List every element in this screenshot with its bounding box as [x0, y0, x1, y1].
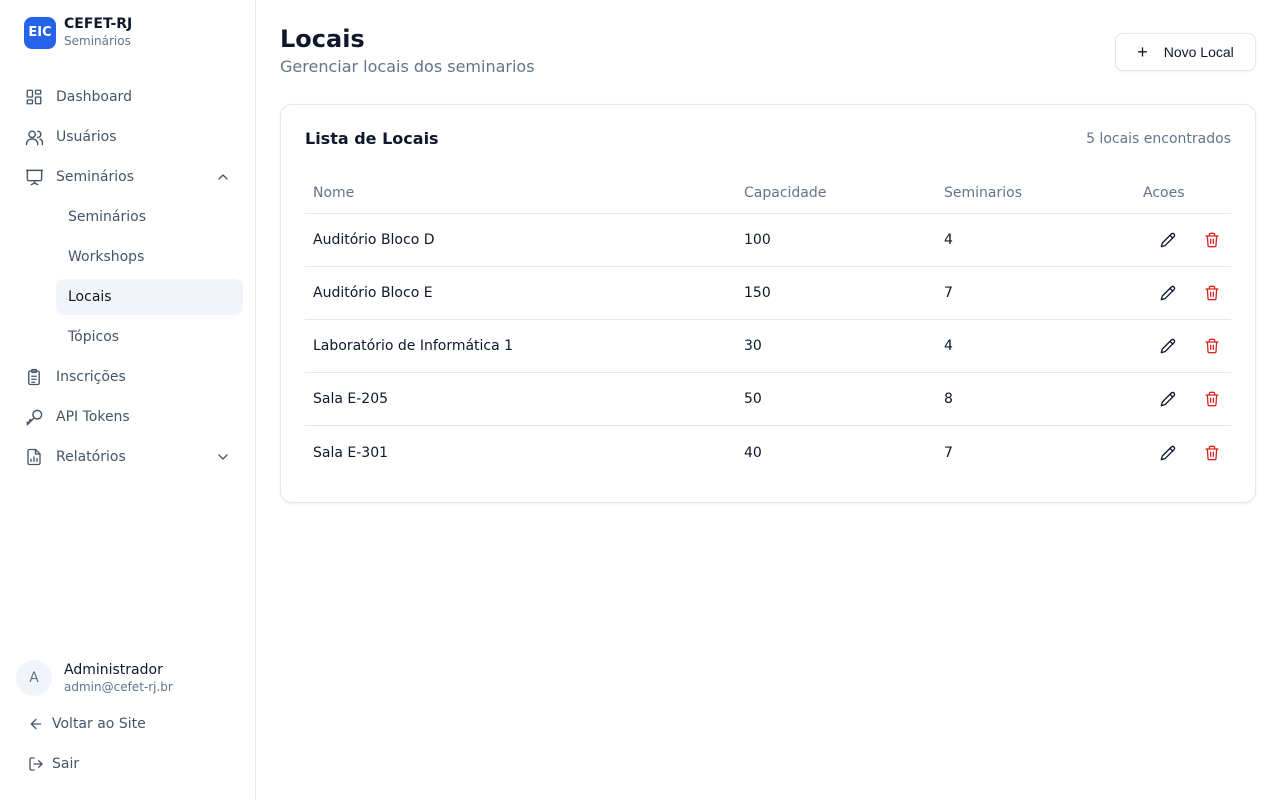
sidebar: EIC CEFET-RJ Seminários Dashboard Usuári… — [0, 0, 256, 800]
cell-capacity: 30 — [744, 338, 762, 354]
back-to-site-link[interactable]: Voltar ao Site — [28, 716, 146, 732]
page-subtitle: Gerenciar locais dos seminarios — [280, 57, 535, 76]
cell-capacity: 50 — [744, 391, 762, 407]
results-count: 5 locais encontrados — [1086, 131, 1231, 147]
trash-icon[interactable] — [1200, 387, 1224, 411]
sidebar-subitem-topicos[interactable]: Tópicos — [56, 319, 243, 355]
cell-capacity: 100 — [744, 232, 771, 248]
table-row: Auditório Bloco D 100 4 — [305, 214, 1231, 267]
cell-name: Sala E-301 — [313, 444, 389, 461]
cell-capacity: 150 — [744, 285, 771, 301]
brand[interactable]: EIC CEFET-RJ Seminários — [24, 16, 132, 49]
sidebar-item-label: Relatórios — [56, 449, 126, 465]
avatar: A — [16, 660, 52, 696]
brand-title: CEFET-RJ — [64, 16, 133, 32]
key-icon — [24, 407, 44, 427]
cell-actions — [1135, 228, 1231, 252]
trash-icon[interactable] — [1200, 334, 1224, 358]
user-email: admin@cefet-rj.br — [64, 680, 173, 694]
column-header-name: Nome — [313, 185, 355, 201]
cell-seminars: 4 — [944, 338, 953, 354]
cell-seminars: 7 — [944, 285, 953, 301]
sidebar-item-dashboard[interactable]: Dashboard — [16, 79, 243, 115]
locais-card: Lista de Locais 5 locais encontrados Nom… — [280, 104, 1256, 503]
clipboard-icon — [24, 367, 44, 387]
table-row: Laboratório de Informática 1 30 4 — [305, 320, 1231, 373]
pencil-icon[interactable] — [1156, 281, 1180, 305]
report-icon — [24, 447, 44, 467]
trash-icon[interactable] — [1200, 281, 1224, 305]
arrow-left-icon — [28, 716, 44, 732]
trash-icon[interactable] — [1200, 441, 1224, 465]
cell-actions — [1135, 334, 1231, 358]
sidebar-item-label: Usuários — [56, 129, 117, 145]
locais-table: Nome Capacidade Seminarios Acoes Auditór… — [305, 173, 1231, 479]
cell-seminars: 7 — [944, 444, 953, 461]
page-title: Locais — [280, 25, 365, 53]
sidebar-item-label: API Tokens — [56, 409, 130, 425]
cell-name: Auditório Bloco E — [313, 285, 433, 301]
logout-label: Sair — [52, 756, 80, 772]
sidebar-item-label: Seminários — [56, 169, 134, 185]
sidebar-subitem-label: Workshops — [68, 249, 145, 265]
cell-seminars: 8 — [944, 391, 953, 407]
sidebar-item-label: Inscrições — [56, 369, 126, 385]
presentation-icon — [24, 167, 44, 187]
dashboard-icon — [24, 87, 44, 107]
logout-link[interactable]: Sair — [28, 756, 79, 772]
table-row: Sala E-205 50 8 — [305, 373, 1231, 426]
pencil-icon[interactable] — [1156, 387, 1180, 411]
cell-seminars: 4 — [944, 232, 953, 248]
table-row: Sala E-301 40 7 — [305, 426, 1231, 479]
cell-name: Laboratório de Informática 1 — [313, 338, 514, 354]
chevron-down-icon[interactable] — [215, 449, 231, 465]
column-header-actions: Acoes — [1143, 185, 1185, 201]
sidebar-nav: Dashboard Usuários Seminários Seminários… — [16, 79, 243, 479]
sidebar-subitem-workshops[interactable]: Workshops — [56, 239, 243, 275]
table-row: Auditório Bloco E 150 7 — [305, 267, 1231, 320]
column-header-capacity: Capacidade — [744, 185, 827, 201]
cell-actions — [1135, 387, 1231, 411]
back-to-site-label: Voltar ao Site — [52, 716, 146, 732]
sidebar-subitem-seminarios[interactable]: Seminários — [56, 199, 243, 235]
sidebar-item-seminarios[interactable]: Seminários — [16, 159, 243, 195]
user-profile[interactable]: A Administrador admin@cefet-rj.br — [16, 660, 173, 696]
pencil-icon[interactable] — [1156, 441, 1180, 465]
brand-text: CEFET-RJ Seminários — [64, 16, 132, 49]
sidebar-item-usuarios[interactable]: Usuários — [16, 119, 243, 155]
sidebar-subitem-label: Locais — [68, 289, 112, 305]
brand-logo: EIC — [24, 16, 56, 49]
cell-actions — [1135, 441, 1231, 465]
new-local-label: Novo Local — [1163, 44, 1234, 60]
card-title: Lista de Locais — [305, 129, 439, 148]
plus-icon: + — [1137, 42, 1148, 62]
brand-subtitle: Seminários — [64, 34, 131, 48]
sidebar-subitem-label: Tópicos — [68, 329, 120, 345]
sidebar-subitem-locais[interactable]: Locais — [56, 279, 243, 315]
sidebar-item-api-tokens[interactable]: API Tokens — [16, 399, 243, 435]
table-header: Nome Capacidade Seminarios Acoes — [305, 173, 1231, 214]
user-info: Administrador admin@cefet-rj.br — [64, 661, 173, 695]
logout-icon — [28, 756, 44, 772]
cell-actions — [1135, 281, 1231, 305]
sidebar-subitem-label: Seminários — [68, 209, 146, 225]
pencil-icon[interactable] — [1156, 334, 1180, 358]
chevron-up-icon[interactable] — [215, 169, 231, 185]
cell-capacity: 40 — [744, 444, 762, 461]
cell-name: Sala E-205 — [313, 391, 389, 407]
users-icon — [24, 127, 44, 147]
new-local-button[interactable]: + Novo Local — [1115, 33, 1256, 71]
user-name: Administrador — [64, 662, 163, 678]
sidebar-item-relatorios[interactable]: Relatórios — [16, 439, 243, 475]
sidebar-item-label: Dashboard — [56, 89, 132, 105]
trash-icon[interactable] — [1200, 228, 1224, 252]
column-header-seminars: Seminarios — [944, 185, 1022, 201]
pencil-icon[interactable] — [1156, 228, 1180, 252]
sidebar-item-inscricoes[interactable]: Inscrições — [16, 359, 243, 395]
cell-name: Auditório Bloco D — [313, 232, 435, 248]
